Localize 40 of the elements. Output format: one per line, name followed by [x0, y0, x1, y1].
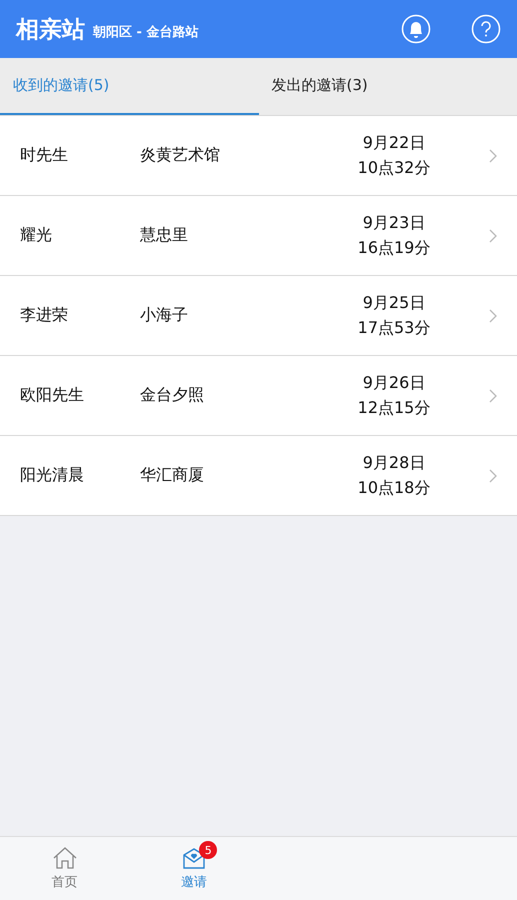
invitation-row[interactable]: 阳光清晨 华汇商厦 9月28日 10点18分 [0, 436, 517, 516]
home-icon [52, 846, 78, 870]
meeting-time: 10点32分 [358, 158, 430, 178]
meeting-place: 炎黄艺术馆 [140, 145, 221, 166]
meeting-date: 9月22日 [362, 132, 426, 154]
help-icon[interactable] [471, 14, 501, 44]
nav-tab[interactable]: 邀请 5 [129, 837, 258, 900]
tab[interactable]: 发出的邀请(3) [258, 58, 517, 115]
invitation-row[interactable]: 欧阳先生 金台夕照 9月26日 12点15分 [0, 356, 517, 436]
meeting-time: 16点19分 [358, 238, 430, 258]
person-name: 李进荣 [20, 305, 69, 326]
chevron-icon [489, 388, 497, 402]
meeting-place: 金台夕照 [140, 385, 205, 406]
meeting-date: 9月26日 [362, 372, 426, 394]
station-label: 朝阳区 - 金台路站 [93, 24, 200, 41]
person-name: 时先生 [20, 145, 69, 166]
person-name: 耀光 [20, 225, 53, 246]
person-name: 欧阳先生 [20, 385, 85, 406]
meeting-place: 小海子 [140, 305, 189, 326]
meeting-place: 慧忠里 [140, 225, 189, 246]
count-badge: 5 [199, 841, 218, 859]
meeting-date: 9月28日 [362, 452, 426, 474]
meeting-place: 华汇商厦 [140, 465, 205, 486]
nav-tab[interactable]: 首页 [0, 837, 130, 900]
invitation-row[interactable]: 耀光 慧忠里 9月23日 16点19分 [0, 196, 517, 276]
chevron-icon [489, 148, 497, 162]
invitation-row[interactable]: 时先生 炎黄艺术馆 9月22日 10点32分 [0, 116, 517, 196]
person-name: 阳光清晨 [20, 465, 85, 486]
chevron-icon [489, 228, 497, 242]
meeting-date: 9月23日 [362, 212, 426, 234]
meeting-time: 10点18分 [358, 478, 430, 498]
meeting-date: 9月25日 [362, 292, 426, 314]
envelope-icon [180, 846, 207, 870]
app-title: 相亲站 [16, 16, 85, 44]
meeting-time: 12点15分 [358, 398, 430, 418]
chevron-icon [489, 468, 497, 482]
chevron-icon [489, 308, 497, 322]
bell-icon[interactable] [401, 14, 431, 44]
meeting-time: 17点53分 [358, 318, 430, 338]
invitation-row[interactable]: 李进荣 小海子 9月25日 17点53分 [0, 276, 517, 356]
